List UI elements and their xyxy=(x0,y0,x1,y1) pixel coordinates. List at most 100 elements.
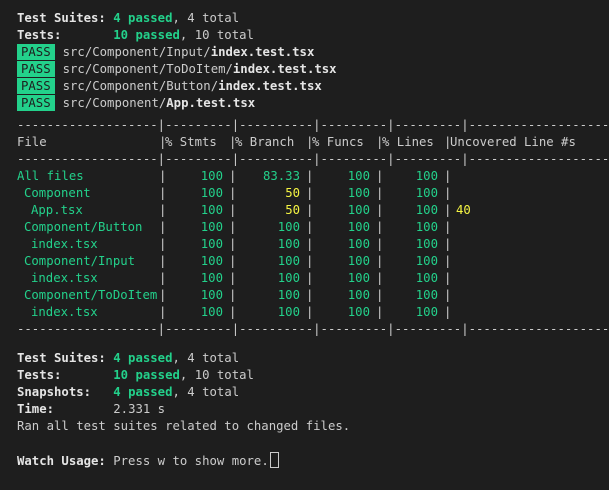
column-divider: | xyxy=(444,220,452,234)
metric-branch: 100 xyxy=(277,288,300,302)
table-separator: -------------------|---------|----------… xyxy=(17,152,609,166)
summary-bottom-time: Time: 2.331 s xyxy=(17,401,165,418)
test-file: index.test.tsx xyxy=(210,45,315,59)
metric-branch: 50 xyxy=(285,203,300,217)
column-divider: | xyxy=(229,305,237,319)
time-label: Time: xyxy=(17,402,55,416)
column-divider: | xyxy=(376,135,384,149)
pass-badge: PASS xyxy=(17,44,55,60)
metric-lines: 100 xyxy=(415,288,438,302)
pass-badge: PASS xyxy=(17,61,55,77)
column-divider: | xyxy=(444,271,452,285)
suites-passed: 4 passed xyxy=(113,11,173,25)
column-divider: | xyxy=(306,169,314,183)
time-value: 2.331 s xyxy=(113,402,166,416)
column-header: Uncovered Line #s xyxy=(450,135,576,149)
column-divider: | xyxy=(159,271,167,285)
file-name: App.tsx xyxy=(31,203,83,217)
tests-passed: 10 passed xyxy=(113,368,180,382)
column-divider: | xyxy=(306,220,314,234)
snapshots-label: Snapshots: xyxy=(17,385,92,399)
summary-bottom-tests: Tests: 10 passed, 10 total xyxy=(17,367,254,384)
metric-funcs: 100 xyxy=(347,271,370,285)
metric-stmts: 100 xyxy=(200,186,223,200)
metric-stmts: 100 xyxy=(200,169,223,183)
file-name: Component/Button xyxy=(24,220,143,234)
metric-funcs: 100 xyxy=(347,305,370,319)
summary-top-suites: Test Suites: 4 passed, 4 total xyxy=(17,10,239,27)
metric-branch: 83.33 xyxy=(262,169,300,183)
metric-lines: 100 xyxy=(415,203,438,217)
metric-lines: 100 xyxy=(415,237,438,251)
test-file: index.test.tsx xyxy=(232,62,337,76)
column-divider: | xyxy=(444,186,452,200)
tests-total: , 10 total xyxy=(179,368,254,382)
column-divider: | xyxy=(444,203,452,217)
metric-branch: 100 xyxy=(277,220,300,234)
watch-usage-text: Press w to show more. xyxy=(105,454,269,468)
column-divider: | xyxy=(376,305,384,319)
column-divider: | xyxy=(159,288,167,302)
pass-badge: PASS xyxy=(17,78,55,94)
metric-lines: 100 xyxy=(415,271,438,285)
tests-label: Tests: xyxy=(17,368,62,382)
pass-line: PASS src/Component/ToDoItem/index.test.ts… xyxy=(17,61,337,78)
metric-branch: 100 xyxy=(277,237,300,251)
column-divider: | xyxy=(159,220,167,234)
pass-line: PASS src/Component/App.test.tsx xyxy=(17,95,255,112)
metric-stmts: 100 xyxy=(200,254,223,268)
tests-passed: 10 passed xyxy=(113,28,180,42)
metric-stmts: 100 xyxy=(200,271,223,285)
column-divider: | xyxy=(444,305,452,319)
column-divider: | xyxy=(229,254,237,268)
file-name: index.tsx xyxy=(31,305,98,319)
metric-funcs: 100 xyxy=(347,186,370,200)
metric-funcs: 100 xyxy=(347,254,370,268)
column-divider: | xyxy=(159,237,167,251)
column-header: % Stmts xyxy=(165,135,217,149)
metric-stmts: 100 xyxy=(200,203,223,217)
column-divider: | xyxy=(444,169,452,183)
column-header: File xyxy=(17,135,47,149)
column-divider: | xyxy=(159,305,167,319)
column-divider: | xyxy=(444,288,452,302)
file-name: Component/ToDoItem xyxy=(24,288,158,302)
test-dir: src/Component/ToDoItem/ xyxy=(62,62,233,76)
metric-branch: 100 xyxy=(277,271,300,285)
metric-stmts: 100 xyxy=(200,237,223,251)
column-divider: | xyxy=(306,305,314,319)
suites-passed: 4 passed xyxy=(113,351,173,365)
column-divider: | xyxy=(306,203,314,217)
column-divider: | xyxy=(376,288,384,302)
column-divider: | xyxy=(229,237,237,251)
metric-branch: 100 xyxy=(277,305,300,319)
column-divider: | xyxy=(376,203,384,217)
metric-lines: 100 xyxy=(415,305,438,319)
watch-usage-line[interactable]: Watch Usage: Press w to show more. xyxy=(17,452,279,469)
test-dir: src/Component/Input/ xyxy=(62,45,211,59)
column-divider: | xyxy=(229,271,237,285)
column-divider: | xyxy=(444,237,452,251)
column-divider: | xyxy=(229,203,237,217)
summary-bottom-snapshots: Snapshots: 4 passed, 4 total xyxy=(17,384,239,401)
suites-label: Test Suites: xyxy=(17,351,106,365)
file-name: All files xyxy=(17,169,84,183)
column-divider: | xyxy=(306,288,314,302)
tests-total: , 10 total xyxy=(179,28,254,42)
cursor[interactable] xyxy=(269,452,279,468)
column-divider: | xyxy=(376,271,384,285)
metric-lines: 100 xyxy=(415,186,438,200)
metric-lines: 100 xyxy=(415,169,438,183)
column-divider: | xyxy=(376,186,384,200)
watch-usage-label: Watch Usage: xyxy=(17,454,106,468)
column-header: % Funcs xyxy=(312,135,364,149)
column-divider: | xyxy=(229,186,237,200)
table-separator: -------------------|---------|----------… xyxy=(17,118,609,132)
metric-funcs: 100 xyxy=(347,288,370,302)
column-divider: | xyxy=(306,186,314,200)
file-name: index.tsx xyxy=(31,271,98,285)
column-divider: | xyxy=(444,254,452,268)
column-divider: | xyxy=(376,237,384,251)
metric-stmts: 100 xyxy=(200,220,223,234)
metric-stmts: 100 xyxy=(200,305,223,319)
